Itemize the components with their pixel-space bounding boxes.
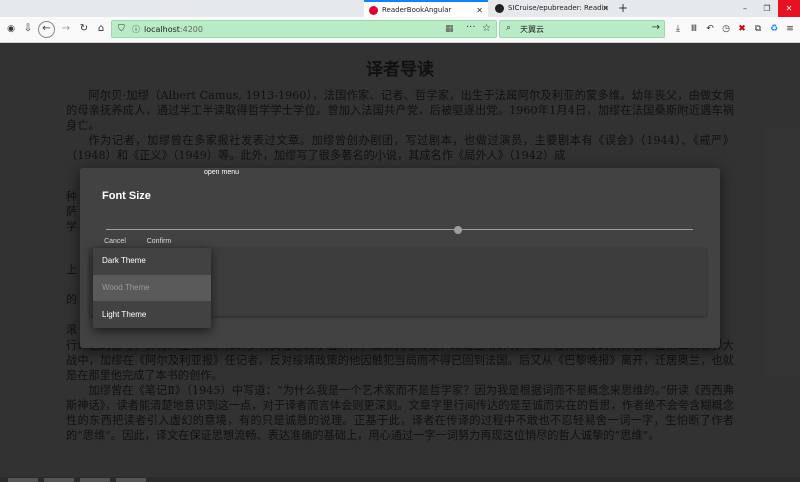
menu-item-dark-theme[interactable]: Dark Theme [93,248,211,274]
angular-icon [369,6,378,15]
page-info-icon[interactable]: ⓘ [132,24,140,35]
extension-blue-icon[interactable]: ♻ [767,21,781,37]
tab-strip: ReaderBookAngular ✕ SICruise/epubreader:… [0,0,800,17]
search-icon: ⌕ [506,23,512,33]
qr-code-icon[interactable]: ▦ [445,24,454,34]
search-go-icon[interactable]: → [652,22,660,33]
taskbar-item[interactable] [8,478,38,482]
theme-menu: Dark Theme Wood Theme Light Theme [93,248,211,328]
more-actions-icon[interactable]: ··· [466,22,476,33]
close-tab-icon[interactable]: ✕ [476,2,483,17]
history-icon[interactable]: ◷ [719,21,733,37]
github-icon [495,4,504,13]
os-taskbar [0,477,800,482]
taskbar-item[interactable] [116,478,146,482]
menu-item-wood-theme[interactable]: Wood Theme [93,275,211,301]
maximize-button[interactable]: ❐ [756,0,778,17]
open-menu-button[interactable]: open menu [204,169,239,176]
font-size-slider[interactable] [106,224,693,236]
close-window-button[interactable]: ✕ [778,0,800,17]
dialog-title: Font Size [102,190,151,202]
home-button[interactable]: ⌂ [93,21,109,37]
navigation-toolbar: ◉ ⇩ ← → ↻ ⌂ ⛉ ⓘ localhost:4200 ▦ ··· ☆ ⌕… [0,17,800,43]
minimize-button[interactable]: – [734,0,756,17]
tab-label: SICruise/epubreader: Readin [508,4,608,12]
slider-track[interactable] [106,229,693,230]
search-text: 天翼云 [520,25,544,34]
tab-readerbookangular[interactable]: ReaderBookAngular ✕ [364,0,488,17]
bookmark-star-icon[interactable]: ☆ [482,23,491,34]
shield-icon: ⛉ [118,24,125,34]
back-button[interactable]: ← [38,21,55,38]
reload-button[interactable]: ↻ [76,21,92,37]
close-tab-icon[interactable]: ✕ [602,0,609,17]
menu-item-light-theme[interactable]: Light Theme [93,302,211,328]
taskbar-item[interactable] [80,478,110,482]
tab-label: ReaderBookAngular [382,6,452,14]
slider-thumb[interactable] [454,226,463,234]
sidebar-icon[interactable]: ⇩ [20,21,36,37]
taskbar-item[interactable] [44,478,74,482]
url-text: localhost:4200 [144,21,203,38]
browser-menu-icon[interactable]: ◉ [3,21,19,37]
forward-button[interactable]: → [58,21,74,37]
search-input[interactable]: ⌕ 天翼云 → [499,20,665,38]
screenshot-icon[interactable]: ⧉ [751,21,765,37]
address-bar[interactable]: ⛉ ⓘ localhost:4200 ▦ ··· ☆ [111,20,497,38]
new-tab-button[interactable]: + [614,0,632,17]
library-icon[interactable]: Ⅲ [687,21,701,37]
downloads-icon[interactable]: ⤓ [671,21,685,37]
url-port: :4200 [179,25,203,34]
extension-icon[interactable]: ✖ [735,21,749,37]
tab-github[interactable]: SICruise/epubreader: Readin ✕ [490,0,614,17]
menu-icon[interactable]: ≡ [783,21,797,37]
url-host: localhost [144,25,180,34]
undo-close-icon[interactable]: ↶ [703,21,717,37]
